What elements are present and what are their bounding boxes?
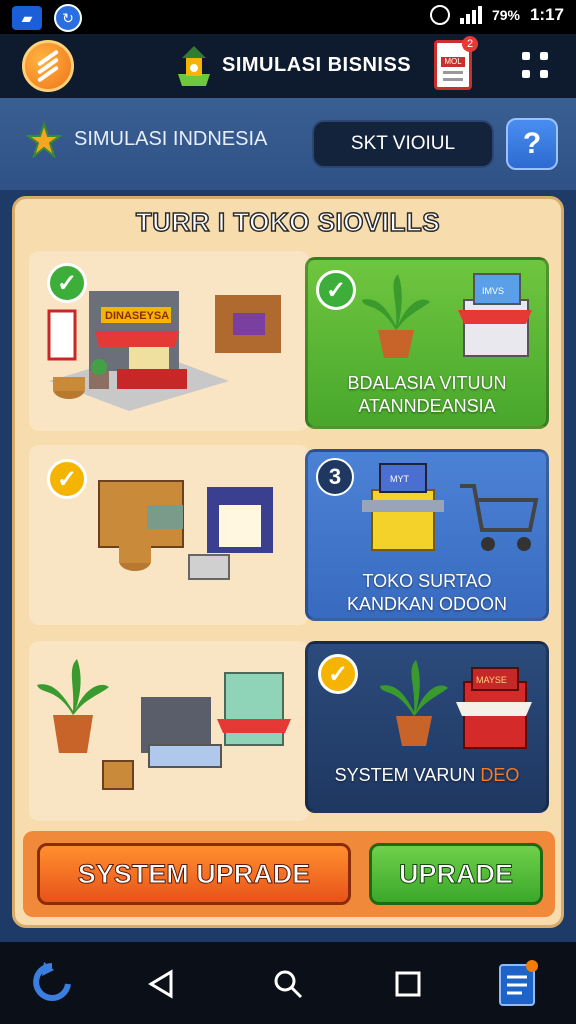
section-title: SIMULASI INDNESIA: [74, 128, 268, 150]
star-logo-icon: [26, 122, 62, 158]
store-scene-1: DINASEYSA ✓: [29, 251, 309, 431]
menu-button[interactable]: [22, 40, 74, 92]
status-bar: ▰ ↻ 79% 1:17: [0, 0, 576, 34]
square-icon: [395, 971, 421, 997]
register-sign-text: MYT: [390, 474, 410, 484]
back-icon: [148, 969, 173, 999]
card-text-line1: BDALASIA VITUUN: [347, 373, 507, 393]
card-text-main: SYSTEM VARUN: [334, 765, 476, 785]
store-scene-3: [29, 641, 309, 821]
clock-text: 1:17: [529, 5, 564, 24]
action-bar: SYSTEM UPRADE UPRADE: [23, 831, 555, 917]
app-title: SIMULASI BISNISS: [222, 54, 412, 76]
app-switch-button[interactable]: [28, 960, 76, 1008]
card-text-line1: TOKO SURTAO: [362, 571, 492, 591]
sub-header: SIMULASI INDNESIA SKT VIOIUL ?: [0, 98, 576, 190]
check-icon: ✓: [47, 459, 87, 499]
plant-icon: [362, 274, 430, 358]
shop-logo-icon: [178, 46, 210, 86]
sync-icon: [33, 962, 71, 1001]
check-icon: ✓: [47, 263, 87, 303]
vending-machine-icon: MAYSE: [456, 667, 532, 749]
app-header: SIMULASI BISNISS MOL 2: [0, 34, 576, 98]
card-toko-surtao[interactable]: 3 MYT TOKO SURTAO KANDKAN ODOON: [305, 449, 549, 621]
upgrade-button[interactable]: UPRADE: [369, 843, 543, 905]
machine-sign-text: MAYSE: [476, 675, 507, 685]
kiosk-icon: IMVS: [458, 273, 532, 357]
main-panel: TURR I TOKO SIOVILLS DINASEYSA ✓ ✓ IMVS …: [12, 196, 564, 928]
recents-button[interactable]: [384, 960, 432, 1008]
more-options-icon[interactable]: [518, 48, 554, 84]
plant-icon: [380, 660, 448, 746]
step-number-badge: 3: [316, 458, 354, 496]
card-system-varun[interactable]: ✓ MAYSE SYSTEM VARUN DEO: [305, 641, 549, 813]
card-text: SYSTEM VARUN DEO: [308, 764, 546, 787]
menu-icon: [36, 49, 60, 83]
card-text-highlight: DEO: [480, 765, 520, 785]
sync-app-icon: ↻: [54, 4, 82, 32]
store-sign-text: DINASEYSA: [105, 310, 169, 322]
help-button[interactable]: ?: [506, 118, 558, 170]
signal-icon: [459, 6, 482, 24]
notification-badge: 2: [462, 36, 478, 52]
cash-register-icon: MYT: [362, 463, 444, 551]
alarm-icon: [429, 5, 450, 25]
notification-app-icon: ▰: [12, 6, 42, 30]
panel-title: TURR I TOKO SIOVILLS: [135, 206, 441, 238]
back-button[interactable]: [138, 960, 186, 1008]
notes-button[interactable]: [494, 960, 542, 1008]
card-text-line2: ATANNDEANSIA: [358, 396, 496, 416]
search-icon: [274, 970, 303, 999]
notes-badge: [526, 960, 538, 972]
equipment-illustration: [37, 659, 291, 790]
navigation-bar: [0, 942, 576, 1024]
check-icon: ✓: [316, 270, 356, 310]
kiosk-sign-text: IMVS: [482, 286, 504, 296]
receipt-label: MOL: [441, 57, 465, 67]
skt-button[interactable]: SKT VIOIUL: [312, 120, 494, 168]
card-vitual-store[interactable]: ✓ IMVS BDALASIA VITUUN ATANNDEANSIA: [305, 257, 549, 429]
shopping-cart-icon: [460, 484, 539, 551]
check-icon: ✓: [318, 654, 358, 694]
card-text-line2: KANDKAN ODOON: [346, 594, 508, 614]
system-upgrade-button[interactable]: SYSTEM UPRADE: [37, 843, 351, 905]
battery-text: 79%: [491, 7, 520, 23]
store-scene-2: ✓: [29, 445, 309, 625]
help-icon: ?: [522, 127, 542, 160]
search-button[interactable]: [264, 960, 312, 1008]
